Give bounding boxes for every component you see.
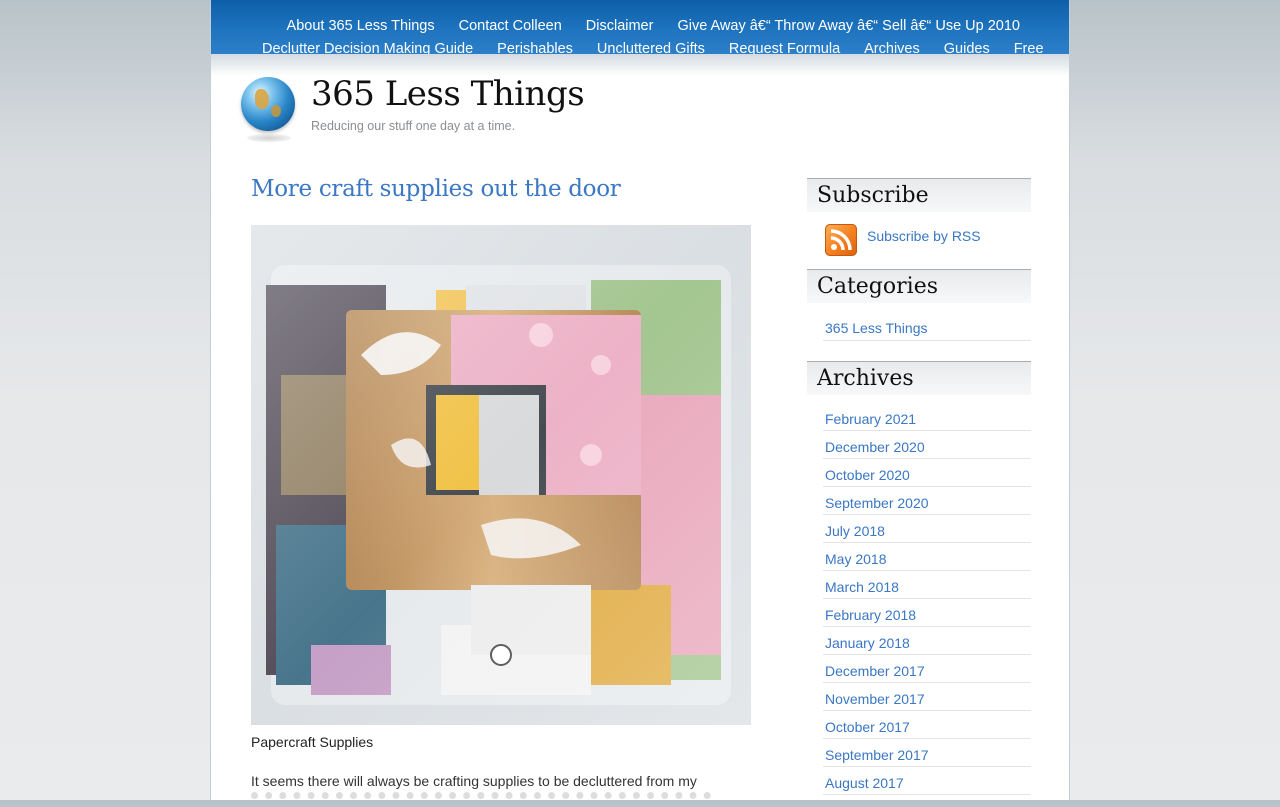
- archive-item[interactable]: September 2017: [823, 739, 1031, 767]
- globe-land: [255, 89, 269, 109]
- page-container: About 365 Less Things Contact Colleen Di…: [210, 0, 1070, 800]
- archives-heading: Archives: [807, 361, 1031, 395]
- archive-item[interactable]: December 2020: [823, 431, 1031, 459]
- archive-item[interactable]: January 2018: [823, 627, 1031, 655]
- archive-item[interactable]: October 2017: [823, 711, 1031, 739]
- archive-item[interactable]: September 2020: [823, 487, 1031, 515]
- subscribe-heading: Subscribe: [807, 178, 1031, 212]
- globe-land: [271, 105, 281, 117]
- archive-item[interactable]: December 2017: [823, 655, 1031, 683]
- site-title[interactable]: 365 Less Things: [311, 74, 585, 114]
- subscribe-rss-link[interactable]: Subscribe by RSS: [867, 228, 981, 244]
- archive-item[interactable]: March 2018: [823, 571, 1031, 599]
- nav-row-1: About 365 Less Things Contact Colleen Di…: [211, 17, 1069, 35]
- category-item[interactable]: 365 Less Things: [823, 312, 1031, 341]
- category-link[interactable]: 365 Less Things: [823, 312, 1031, 344]
- post-excerpt: It seems there will always be crafting s…: [251, 773, 697, 789]
- globe-icon[interactable]: [241, 77, 295, 131]
- post-image[interactable]: [251, 225, 751, 725]
- nav-contact[interactable]: Contact Colleen: [459, 17, 562, 35]
- archive-item[interactable]: February 2018: [823, 599, 1031, 627]
- image-caption: Papercraft Supplies: [251, 734, 374, 750]
- archive-item[interactable]: October 2020: [823, 459, 1031, 487]
- archive-item[interactable]: May 2018: [823, 543, 1031, 571]
- sidebar: Subscribe Subscribe by RSS Categories 36…: [807, 178, 1031, 795]
- archives-widget: February 2021 December 2020 October 2020…: [807, 395, 1031, 795]
- nav-fade: [211, 54, 1069, 76]
- categories-widget: 365 Less Things: [807, 303, 1031, 361]
- logo-shadow: [247, 134, 291, 142]
- top-navigation: About 365 Less Things Contact Colleen Di…: [211, 0, 1069, 57]
- categories-heading: Categories: [807, 269, 1031, 303]
- rss-icon[interactable]: [825, 224, 857, 256]
- nav-give-away[interactable]: Give Away â€“ Throw Away â€“ Sell â€“ Us…: [677, 17, 1020, 35]
- archive-link[interactable]: August 2017: [823, 767, 1031, 799]
- archive-item[interactable]: February 2021: [823, 403, 1031, 431]
- papercraft-photo: [251, 225, 751, 725]
- subscribe-widget: Subscribe by RSS: [807, 212, 1031, 269]
- nav-about[interactable]: About 365 Less Things: [287, 17, 435, 35]
- archive-item[interactable]: November 2017: [823, 683, 1031, 711]
- archive-item[interactable]: July 2018: [823, 515, 1031, 543]
- nav-disclaimer[interactable]: Disclaimer: [586, 17, 654, 35]
- archive-item[interactable]: August 2017: [823, 767, 1031, 795]
- post-title[interactable]: More craft supplies out the door: [251, 176, 621, 202]
- site-tagline: Reducing our stuff one day at a time.: [311, 119, 516, 133]
